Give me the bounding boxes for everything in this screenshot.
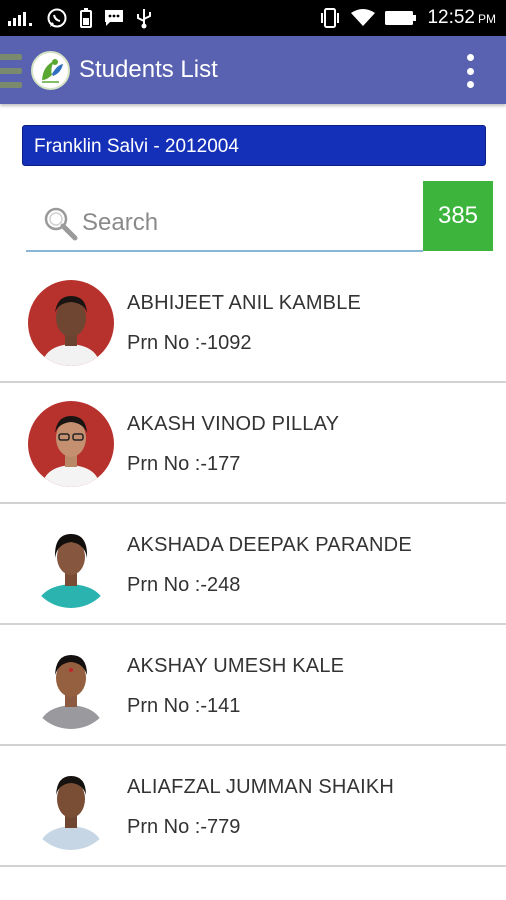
message-icon <box>105 10 123 26</box>
app-logo-icon <box>31 51 70 90</box>
student-avatar <box>28 280 114 366</box>
student-avatar <box>28 764 114 850</box>
page-title: Students List <box>79 56 218 83</box>
student-list-item[interactable]: AKSHAY UMESH KALE Prn No :-141 <box>0 625 506 746</box>
student-avatar <box>28 643 114 729</box>
student-prn: Prn No :-779 <box>127 816 241 838</box>
menu-icon[interactable] <box>0 54 22 88</box>
student-name: ABHIJEET ANIL KAMBLE <box>127 292 362 314</box>
vibrate-icon <box>321 8 340 28</box>
status-time-ampm: PM <box>478 12 496 26</box>
status-bar: 12:52 PM <box>0 0 506 36</box>
student-selector[interactable]: Franklin Salvi - 2012004 <box>22 125 486 166</box>
search-icon <box>44 207 78 241</box>
student-avatar <box>28 522 114 608</box>
search-input[interactable] <box>82 204 412 242</box>
student-prn: Prn No :-177 <box>127 453 241 475</box>
battery-saver-icon <box>80 8 92 28</box>
student-avatar <box>28 401 114 487</box>
student-name: AKASH VINOD PILLAY <box>127 413 340 435</box>
wifi-icon <box>351 9 376 26</box>
status-time-value: 12:52 <box>427 7 475 28</box>
student-list-item[interactable]: ABHIJEET ANIL KAMBLE Prn No :-1092 <box>0 262 506 383</box>
student-prn: Prn No :-141 <box>127 695 241 717</box>
status-bar-right: 12:52 PM <box>319 7 496 29</box>
student-list-item[interactable]: AKASH VINOD PILLAY Prn No :-177 <box>0 383 506 504</box>
whatsapp-icon <box>47 8 67 28</box>
student-list: ABHIJEET ANIL KAMBLE Prn No :-1092 AKASH… <box>0 262 506 867</box>
overflow-menu-icon[interactable] <box>466 54 474 88</box>
student-name: AKSHAY UMESH KALE <box>127 655 345 677</box>
status-time: 12:52 PM <box>427 7 496 29</box>
student-list-item[interactable]: ALIAFZAL JUMMAN SHAIKH Prn No :-779 <box>0 746 506 867</box>
status-bar-left <box>8 7 152 29</box>
usb-icon <box>137 9 151 29</box>
student-count-badge: 385 <box>423 181 493 251</box>
signal-icon <box>8 12 32 26</box>
student-list-item[interactable]: AKSHADA DEEPAK PARANDE Prn No :-248 <box>0 504 506 625</box>
app-bar: Students List <box>0 36 506 104</box>
search-field[interactable] <box>26 196 423 252</box>
student-prn: Prn No :-1092 <box>127 332 252 354</box>
student-name: ALIAFZAL JUMMAN SHAIKH <box>127 776 395 798</box>
student-prn: Prn No :-248 <box>127 574 241 596</box>
battery-icon <box>385 11 417 25</box>
student-name: AKSHADA DEEPAK PARANDE <box>127 534 412 556</box>
